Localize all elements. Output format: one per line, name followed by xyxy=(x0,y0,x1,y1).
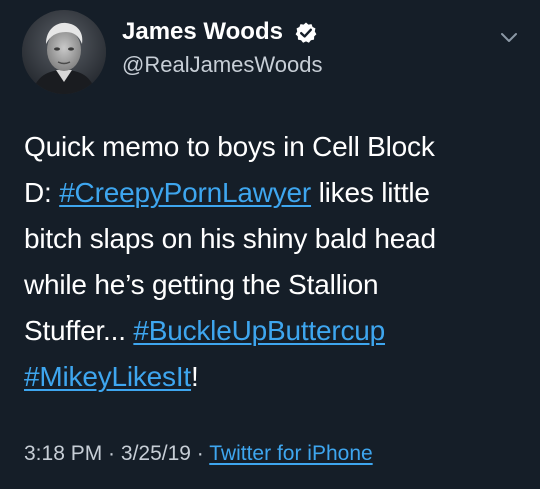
avatar[interactable] xyxy=(22,10,106,94)
tweet-line: Stuffer... #BuckleUpButtercup xyxy=(24,308,524,354)
hashtag-link[interactable]: #BuckleUpButtercup xyxy=(133,315,385,346)
meta-separator: · xyxy=(190,442,210,465)
tweet-text-fragment: ! xyxy=(191,361,199,392)
tweet-meta: 3:18 PM · 3/25/19 · Twitter for iPhone xyxy=(24,440,373,468)
tweet-line: D: #CreepyPornLawyer likes little xyxy=(24,170,524,216)
tweet-line: bitch slaps on his shiny bald head xyxy=(24,223,436,254)
tweet-card: James Woods @RealJamesWoods Quick memo t… xyxy=(0,0,540,489)
tweet-text-fragment: likes little xyxy=(311,177,430,208)
hashtag-link[interactable]: #MikeyLikesIt xyxy=(24,361,191,392)
hashtag-link[interactable]: #CreepyPornLawyer xyxy=(59,177,311,208)
avatar-photo xyxy=(22,10,106,94)
tweet-text-fragment: D: xyxy=(24,177,60,208)
tweet-source-link[interactable]: Twitter for iPhone xyxy=(209,442,372,465)
tweet-text-fragment: Stuffer... xyxy=(24,315,134,346)
chevron-down-icon[interactable] xyxy=(498,26,520,48)
tweet-line: Quick memo to boys in Cell Block xyxy=(24,131,435,162)
user-handle[interactable]: @RealJamesWoods xyxy=(122,52,322,78)
verified-badge-icon xyxy=(295,22,317,43)
tweet-date: 3/25/19 xyxy=(120,442,191,465)
display-name[interactable]: James Woods xyxy=(122,18,283,46)
tweet-text: Quick memo to boys in Cell Block D: #Cre… xyxy=(24,124,524,400)
tweet-time: 3:18 PM xyxy=(24,442,103,465)
tweet-line: #MikeyLikesIt! xyxy=(24,354,524,400)
tweet-line: while he’s getting the Stallion xyxy=(24,269,379,300)
meta-separator: · xyxy=(102,442,121,465)
